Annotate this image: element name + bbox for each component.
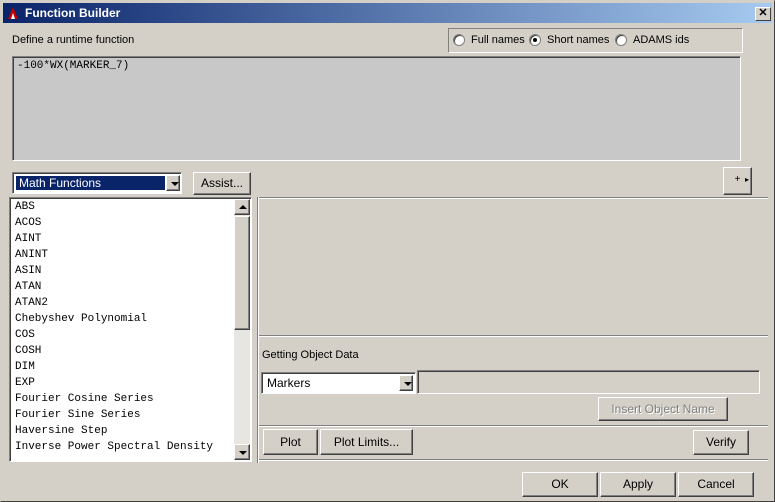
name-format-group: Full names Short names ADAMS ids [448, 28, 743, 53]
object-data-separator [259, 335, 768, 337]
adams-logo-icon [8, 7, 18, 19]
assist-button[interactable]: Assist... [193, 172, 251, 195]
insert-object-name-button[interactable]: Insert Object Name [598, 397, 728, 421]
function-list-item[interactable]: Chebyshev Polynomial [11, 311, 234, 327]
function-list-item[interactable]: COS [11, 327, 234, 343]
scroll-thumb[interactable] [234, 216, 250, 330]
function-list-item[interactable]: Fourier Cosine Series [11, 391, 234, 407]
corner-arrow-icon: ▸ [744, 175, 749, 184]
verify-button[interactable]: Verify [693, 430, 749, 455]
close-button[interactable]: ✕ [755, 7, 771, 21]
object-type-select[interactable]: Markers [261, 372, 416, 394]
scroll-up-button[interactable] [234, 199, 250, 215]
function-list-item[interactable]: ASIN [11, 263, 234, 279]
function-expression: -100*WX(MARKER_7) [17, 60, 130, 72]
title-bar[interactable]: Function Builder ✕ [3, 3, 772, 23]
function-text-area[interactable]: -100*WX(MARKER_7) [12, 56, 741, 161]
window-title: Function Builder [25, 6, 121, 20]
function-list-item[interactable]: ATAN [11, 279, 234, 295]
function-list-item[interactable]: COSH [11, 343, 234, 359]
short-names-radio[interactable]: Short names [529, 34, 609, 48]
plot-button[interactable]: Plot [263, 429, 318, 455]
adams-ids-label: ADAMS ids [633, 34, 690, 46]
full-names-label: Full names [471, 34, 525, 46]
full-names-radio-circle[interactable] [453, 34, 465, 46]
expand-button[interactable]: + ▸ [723, 167, 752, 195]
full-names-radio[interactable]: Full names [453, 34, 525, 48]
chevron-down-icon [239, 451, 247, 455]
function-list[interactable]: ABS ACOS AINT ANINT ASIN ATAN ATAN2 Chebyshev P… [9, 197, 252, 462]
vertical-separator [257, 197, 259, 463]
top-separator [259, 197, 768, 199]
bottom-separator [259, 459, 768, 461]
scroll-down-button[interactable] [234, 444, 250, 460]
chevron-up-icon [239, 205, 247, 209]
function-list-item[interactable]: AINT [11, 231, 234, 247]
plot-limits-button[interactable]: Plot Limits... [320, 429, 413, 455]
category-selected-value: Math Functions [16, 176, 165, 190]
scrollbar[interactable] [234, 199, 250, 460]
cancel-button[interactable]: Cancel [678, 472, 754, 497]
function-list-item[interactable]: DIM [11, 359, 234, 375]
define-function-label: Define a runtime function [12, 34, 135, 46]
chevron-down-icon [404, 382, 412, 386]
function-list-item[interactable]: ATAN2 [11, 295, 234, 311]
category-dropdown-button[interactable] [166, 175, 180, 191]
ok-button[interactable]: OK [522, 472, 598, 497]
plot-row-separator [259, 425, 768, 427]
function-list-item[interactable]: ANINT [11, 247, 234, 263]
adams-ids-radio[interactable]: ADAMS ids [615, 34, 695, 48]
function-list-item[interactable]: ABS [11, 199, 234, 215]
plus-icon: + [734, 174, 741, 185]
function-list-item[interactable]: ACOS [11, 215, 234, 231]
object-data-label: Getting Object Data [262, 349, 359, 361]
object-name-field[interactable] [417, 370, 760, 394]
function-list-items: ABS ACOS AINT ANINT ASIN ATAN ATAN2 Chebyshev P… [11, 199, 234, 455]
short-names-radio-circle[interactable] [529, 34, 541, 46]
adams-ids-radio-circle[interactable] [615, 34, 627, 46]
object-type-value: Markers [267, 376, 311, 390]
apply-button[interactable]: Apply [600, 472, 676, 497]
function-list-item[interactable]: EXP [11, 375, 234, 391]
short-names-label: Short names [547, 34, 610, 46]
function-list-item[interactable]: Haversine Step [11, 423, 234, 439]
function-builder-window: Function Builder ✕ Define a runtime func… [0, 0, 775, 502]
function-list-item[interactable]: Inverse Power Spectral Density [11, 439, 234, 455]
category-select[interactable]: Math Functions [12, 172, 182, 194]
function-list-item[interactable]: Fourier Sine Series [11, 407, 234, 423]
object-type-dropdown-button[interactable] [399, 375, 413, 391]
chevron-down-icon [171, 182, 179, 186]
